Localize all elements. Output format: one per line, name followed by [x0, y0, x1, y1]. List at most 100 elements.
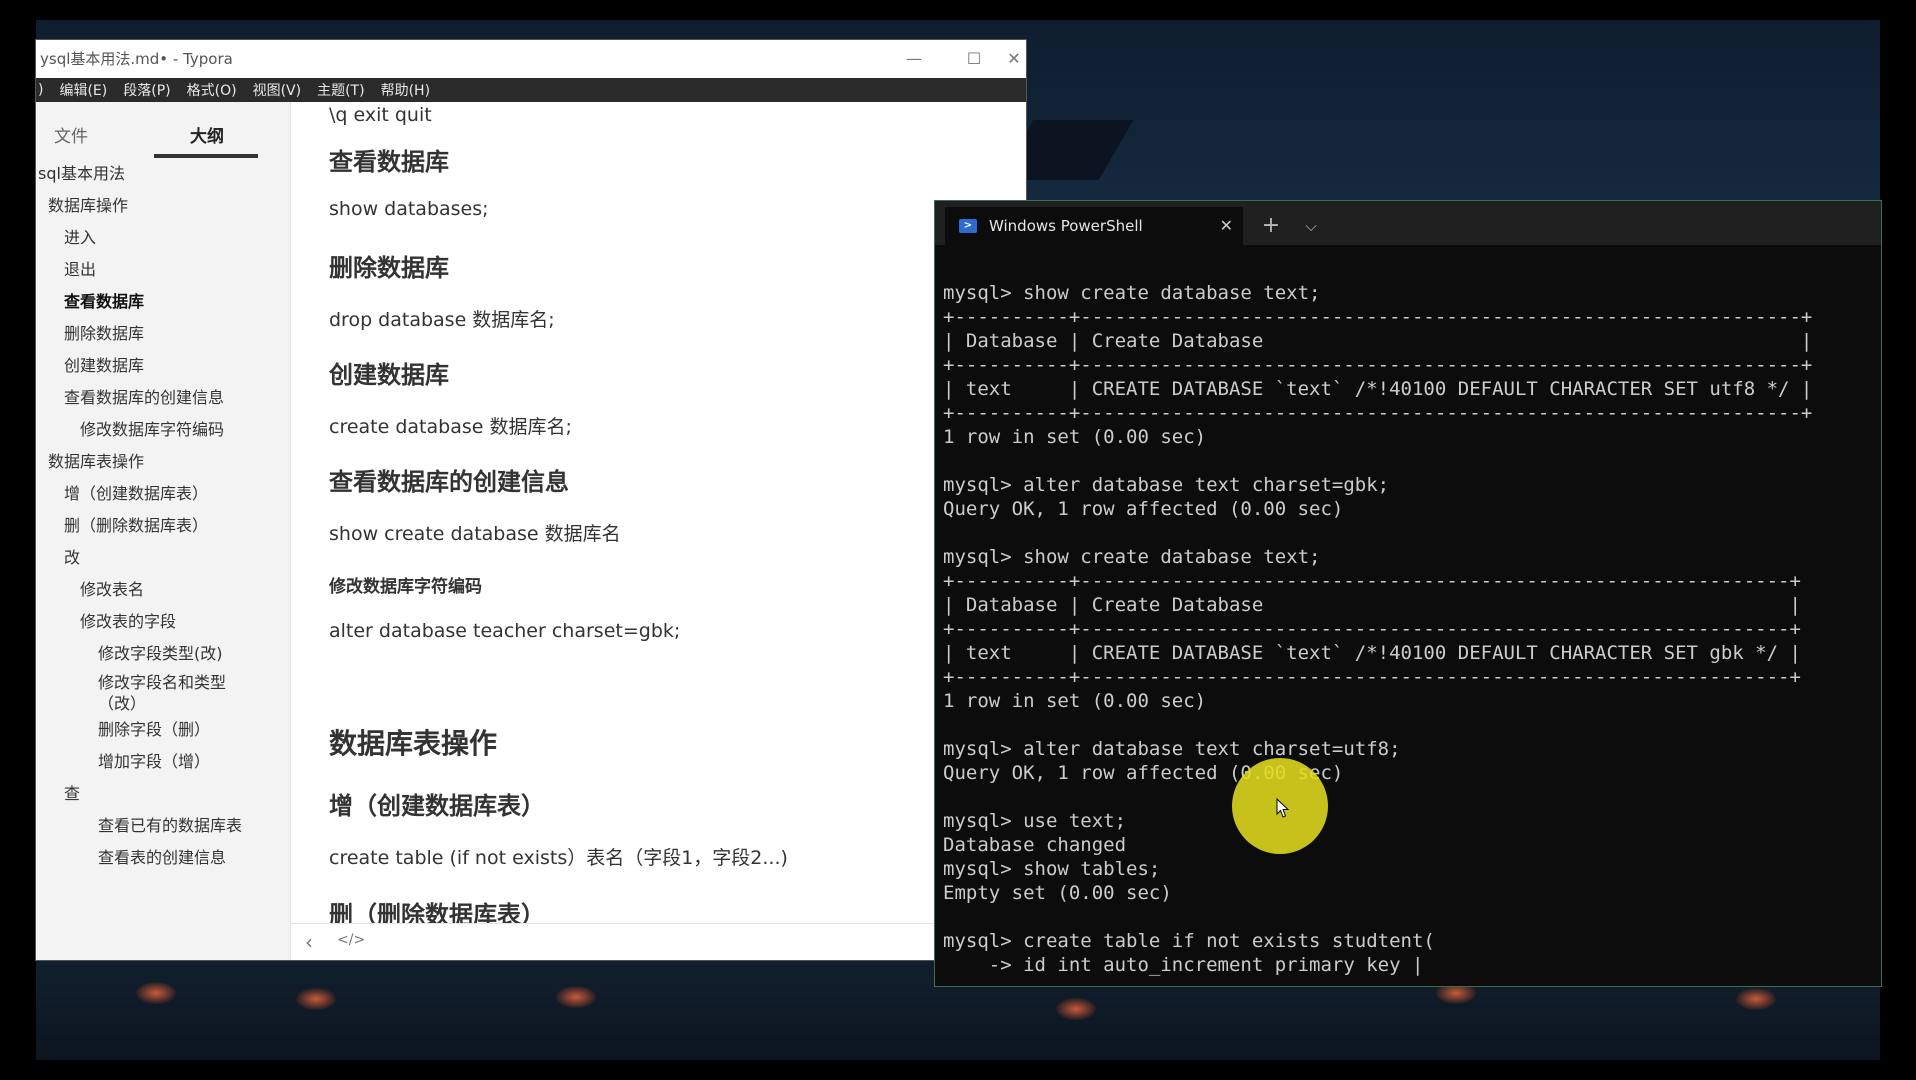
outline-item[interactable]: 增（创建数据库表）	[64, 480, 208, 504]
status-bar: ‹ </>	[291, 923, 1026, 960]
maximize-button[interactable]: ☐	[946, 40, 1002, 78]
outline-item[interactable]: 查看数据库的创建信息	[64, 384, 224, 408]
editor-text: show create database 数据库名	[329, 523, 621, 545]
active-tab-indicator	[154, 154, 258, 158]
terminal-tab[interactable]: > Windows PowerShell ✕	[945, 207, 1243, 245]
outline-item[interactable]: 改	[64, 544, 80, 568]
source-code-icon[interactable]: </>	[337, 932, 365, 948]
new-tab-button[interactable]: +	[1251, 207, 1291, 245]
terminal-line: +----------+----------------------------…	[943, 402, 1813, 424]
powershell-icon: >	[959, 219, 977, 233]
terminal-line: mysql> alter database text charset=gbk;	[943, 474, 1390, 496]
outline-item[interactable]: 删（删除数据库表）	[64, 512, 208, 536]
mouse-pointer-icon	[1276, 798, 1290, 818]
outline-item[interactable]: 退出	[64, 256, 96, 280]
minimize-button[interactable]: —	[886, 40, 942, 78]
terminal-line: | text | CREATE DATABASE `text` /*!40100…	[943, 642, 1801, 664]
terminal-line: Query OK, 1 row affected (0.00 sec)	[943, 762, 1344, 784]
terminal-line: Database changed	[943, 834, 1127, 856]
close-icon[interactable]: ✕	[1220, 207, 1233, 245]
outline-item[interactable]: 修改表的字段	[80, 608, 176, 632]
outline-item[interactable]: 修改表名	[80, 576, 144, 600]
terminal-line: 1 row in set (0.00 sec)	[943, 690, 1207, 712]
sidebar-tabs: 文件 大纲	[36, 102, 290, 160]
powershell-window: > Windows PowerShell ✕ + ⌵ mysql> show c…	[934, 200, 1882, 987]
editor-text: \q exit quit	[329, 104, 432, 126]
terminal-line: | text | CREATE DATABASE `text` /*!40100…	[943, 378, 1813, 400]
terminal-output[interactable]: mysql> show create database text; +------…	[943, 281, 1881, 977]
menu-theme[interactable]: 主题(T)	[317, 80, 364, 100]
terminal-line: mysql> use text;	[943, 810, 1127, 832]
editor-heading: 数据库表操作	[329, 727, 498, 760]
tab-files[interactable]: 文件	[54, 122, 88, 147]
window-title: ysql基本用法.md• - Typora	[40, 50, 233, 68]
outline-item[interactable]: 查看已有的数据库表	[98, 812, 242, 836]
close-button[interactable]: ✕	[1002, 40, 1026, 78]
terminal-line: mysql> show tables;	[943, 858, 1161, 880]
outline-item[interactable]: 创建数据库	[64, 352, 144, 376]
editor-text: show databases;	[329, 198, 489, 220]
menu-edit[interactable]: 编辑(E)	[59, 80, 107, 100]
editor-text: drop database 数据库名;	[329, 309, 555, 331]
terminal-line: 1 row in set (0.00 sec)	[943, 426, 1207, 448]
terminal-line: Query OK, 1 row affected (0.00 sec)	[943, 498, 1344, 520]
menu-paragraph[interactable]: 段落(P)	[123, 80, 170, 100]
terminal-line: | Database | Create Database |	[943, 594, 1801, 616]
terminal-line: | Database | Create Database |	[943, 330, 1813, 352]
editor-text: create database 数据库名;	[329, 416, 572, 438]
menu-bar: ) 编辑(E) 段落(P) 格式(O) 视图(V) 主题(T) 帮助(H)	[36, 78, 1026, 102]
wallpaper-lamp	[136, 982, 176, 1004]
editor-text: alter database teacher charset=gbk;	[329, 620, 681, 642]
outline-item[interactable]: 增加字段（增）	[98, 748, 210, 772]
typora-window: ysql基本用法.md• - Typora — ☐ ✕ ) 编辑(E) 段落(P…	[36, 40, 1026, 960]
outline-item[interactable]: 进入	[64, 224, 96, 248]
menu-view[interactable]: 视图(V)	[253, 80, 302, 100]
terminal-line: +----------+----------------------------…	[943, 570, 1801, 592]
menu-file[interactable]: )	[38, 82, 43, 98]
terminal-line: mysql> show create database text;	[943, 546, 1321, 568]
terminal-line: Empty set (0.00 sec)	[943, 882, 1172, 904]
outline-item[interactable]: 修改字段类型(改)	[98, 640, 223, 664]
outline-item[interactable]: 查看数据库	[64, 288, 144, 312]
wallpaper-lamp	[556, 986, 596, 1008]
outline-item[interactable]: 查看表的创建信息	[98, 844, 226, 868]
terminal-line: +----------+----------------------------…	[943, 354, 1813, 376]
editor-text: create table (if not exists）表名（字段1，字段2..…	[329, 847, 788, 869]
wallpaper-lamp	[1736, 988, 1776, 1010]
terminal-line: mysql> create table if not exists studte…	[943, 930, 1435, 952]
editor-heading: 删（删除数据库表）	[329, 901, 545, 924]
editor-heading: 增（创建数据库表）	[329, 792, 545, 820]
outline-item[interactable]: 删除数据库	[64, 320, 144, 344]
terminal-line: +----------+----------------------------…	[943, 306, 1813, 328]
outline-item[interactable]: 删除字段（删）	[98, 716, 210, 740]
editor-heading: 创建数据库	[329, 361, 449, 389]
outline-item[interactable]: 数据库操作	[48, 192, 128, 216]
chevron-left-icon[interactable]: ‹	[305, 930, 313, 954]
terminal-line: -> id int auto_increment primary key |	[943, 954, 1424, 976]
chevron-down-icon[interactable]: ⌵	[1291, 207, 1331, 245]
outline-item[interactable]: sql基本用法	[38, 160, 125, 184]
terminal-tabstrip: > Windows PowerShell ✕ + ⌵	[935, 201, 1881, 245]
editor-subheading: 修改数据库字符编码	[329, 577, 482, 597]
outline-item[interactable]: 数据库表操作	[48, 448, 144, 472]
editor-heading: 删除数据库	[329, 254, 449, 282]
terminal-line: +----------+----------------------------…	[943, 618, 1801, 640]
menu-format[interactable]: 格式(O)	[187, 80, 237, 100]
sidebar: 文件 大纲 sql基本用法数据库操作进入退出查看数据库删除数据库创建数据库查看数…	[36, 102, 291, 960]
editor[interactable]: \q exit quit 查看数据库 show databases; 删除数据库…	[291, 102, 1026, 924]
typora-titlebar[interactable]: ysql基本用法.md• - Typora — ☐ ✕	[36, 40, 1026, 78]
menu-help[interactable]: 帮助(H)	[381, 80, 430, 100]
editor-heading: 查看数据库	[329, 148, 449, 176]
tab-outline[interactable]: 大纲	[190, 122, 224, 147]
outline-item[interactable]: 修改数据库字符编码	[80, 416, 224, 440]
terminal-line: mysql> alter database text charset=utf8;	[943, 738, 1401, 760]
wallpaper-lamp	[1056, 998, 1096, 1020]
wallpaper-lamp	[296, 988, 336, 1010]
outline-item[interactable]: 修改字段名和类型（改）	[98, 672, 248, 714]
tab-title: Windows PowerShell	[989, 217, 1143, 235]
outline-item[interactable]: 查	[64, 780, 80, 804]
terminal-line: mysql> show create database text;	[943, 282, 1321, 304]
